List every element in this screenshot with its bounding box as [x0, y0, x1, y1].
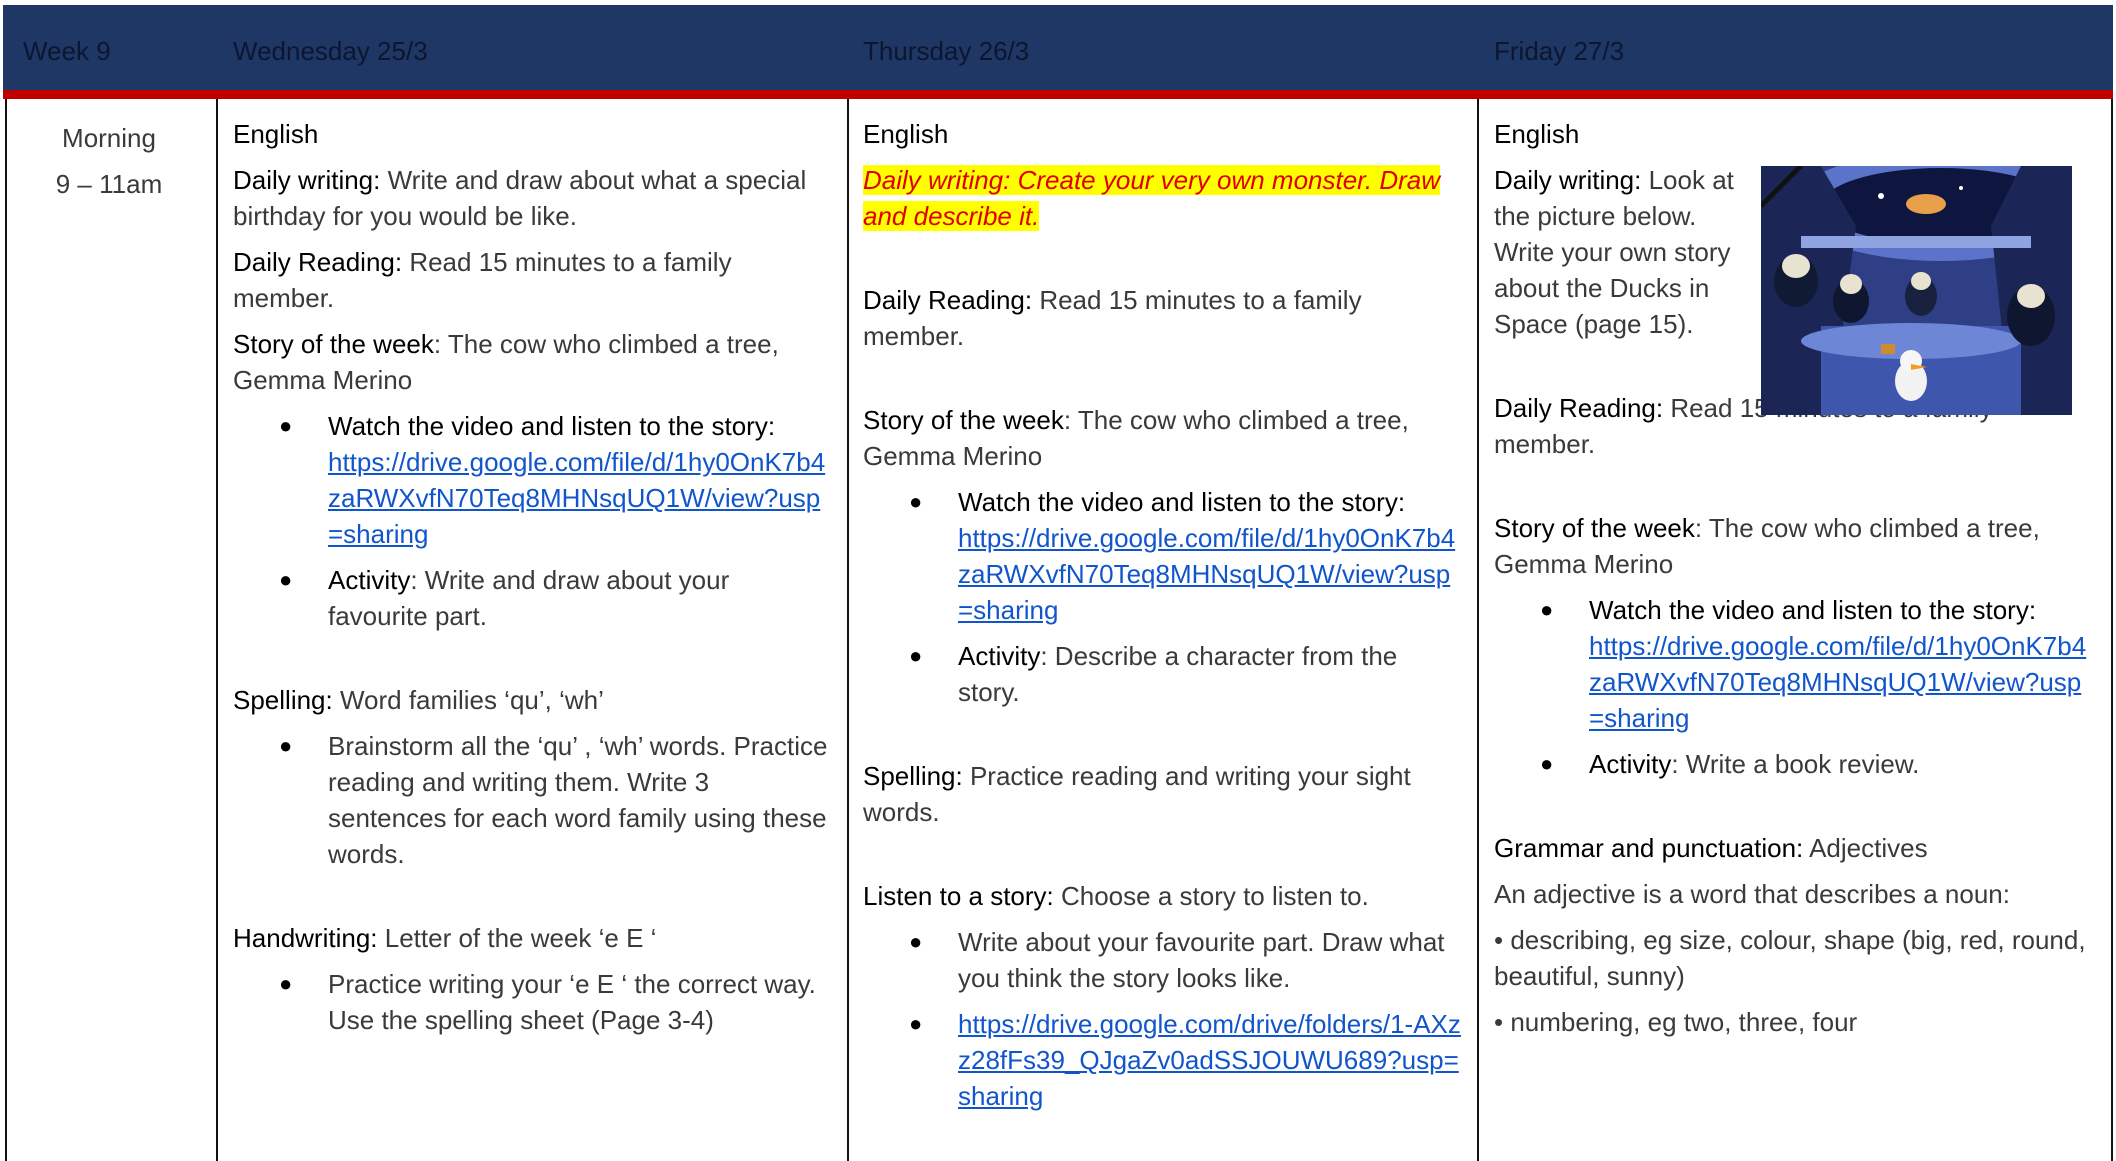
- story-of-the-week: Story of the week: The cow who climbed a…: [863, 405, 1409, 471]
- spelling-bullets: Brainstorm all the ‘qu’ , ‘wh’ words. Pr…: [233, 728, 833, 872]
- story-bullets: Watch the video and listen to the story:…: [233, 408, 833, 634]
- listen-bullets: Write about your favourite part. Draw wh…: [863, 924, 1463, 1114]
- daily-reading: Daily Reading: Read 15 minutes to a fami…: [863, 285, 1362, 351]
- stories-folder-link[interactable]: https://drive.google.com/drive/folders/1…: [958, 1009, 1461, 1111]
- column-divider: [847, 99, 849, 1161]
- listen-to-a-story: Listen to a story: Choose a story to lis…: [863, 881, 1369, 911]
- header-wednesday: Wednesday 25/3: [233, 36, 428, 66]
- daily-writing: Daily writing: Write and draw about what…: [233, 165, 807, 231]
- daily-writing: Daily writing: Create your very own mons…: [863, 165, 1440, 231]
- video-link[interactable]: https://drive.google.com/file/d/1hy0OnK7…: [1589, 631, 2086, 733]
- column-divider: [1477, 99, 1479, 1161]
- period-time: 9 – 11am: [55, 169, 163, 199]
- handwriting: Handwriting: Letter of the week ‘e E ‘: [233, 923, 657, 953]
- wednesday-column: English Daily writing: Write and draw ab…: [233, 116, 833, 1048]
- spelling: Spelling: Practice reading and writing y…: [863, 761, 1411, 827]
- list-item: Activity: Write a book review.: [1540, 746, 2094, 782]
- list-item: Watch the video and listen to the story:…: [1540, 592, 2094, 736]
- video-link[interactable]: https://drive.google.com/file/d/1hy0OnK7…: [958, 523, 1455, 625]
- video-link[interactable]: https://drive.google.com/file/d/1hy0OnK7…: [328, 447, 825, 549]
- list-item: Write about your favourite part. Draw wh…: [909, 924, 1463, 996]
- story-bullets: Watch the video and listen to the story:…: [1494, 592, 2094, 782]
- list-item: Activity: Describe a character from the …: [909, 638, 1463, 710]
- header-week: Week 9: [23, 36, 111, 66]
- planner-page: Week 9 Wednesday 25/3 Thursday 26/3 Frid…: [0, 0, 2116, 1161]
- list-item: Practice writing your ‘e E ‘ the correct…: [279, 966, 833, 1038]
- list-item: https://drive.google.com/drive/folders/1…: [909, 1006, 1463, 1114]
- adjective-example: • describing, eg size, colour, shape (bi…: [1494, 925, 2086, 991]
- subject-heading: English: [1494, 119, 1580, 149]
- ducks-in-space-image: [1761, 166, 2072, 415]
- story-of-the-week: Story of the week: The cow who climbed a…: [233, 329, 779, 395]
- table-border-right: [2111, 99, 2113, 1161]
- daily-reading: Daily Reading: Read 15 minutes to a fami…: [233, 247, 732, 313]
- grammar-and-punctuation: Grammar and punctuation: Adjectives: [1494, 833, 1928, 863]
- list-item: Activity: Write and draw about your favo…: [279, 562, 833, 634]
- adjective-example: • numbering, eg two, three, four: [1494, 1007, 1858, 1037]
- adjective-definition: An adjective is a word that describes a …: [1494, 879, 2010, 909]
- column-divider: [216, 99, 218, 1161]
- table-border-left: [5, 99, 7, 1161]
- space-scene-illustration: [1761, 166, 2072, 415]
- subject-heading: English: [233, 119, 319, 149]
- list-item: Watch the video and listen to the story:…: [909, 484, 1463, 628]
- header-thursday: Thursday 26/3: [863, 36, 1030, 66]
- spelling: Spelling: Word families ‘qu’, ‘wh’: [233, 685, 604, 715]
- story-of-the-week: Story of the week: The cow who climbed a…: [1494, 513, 2040, 579]
- period-label: Morning: [62, 123, 156, 153]
- handwriting-bullets: Practice writing your ‘e E ‘ the correct…: [233, 966, 833, 1038]
- daily-writing: Daily writing: Look at the picture below…: [1494, 165, 1734, 339]
- header-friday: Friday 27/3: [1494, 36, 1625, 66]
- thursday-column: English Daily writing: Create your very …: [863, 116, 1463, 1124]
- list-item: Watch the video and listen to the story:…: [279, 408, 833, 552]
- list-item: Brainstorm all the ‘qu’ , ‘wh’ words. Pr…: [279, 728, 833, 872]
- subject-heading: English: [863, 119, 949, 149]
- story-bullets: Watch the video and listen to the story:…: [863, 484, 1463, 710]
